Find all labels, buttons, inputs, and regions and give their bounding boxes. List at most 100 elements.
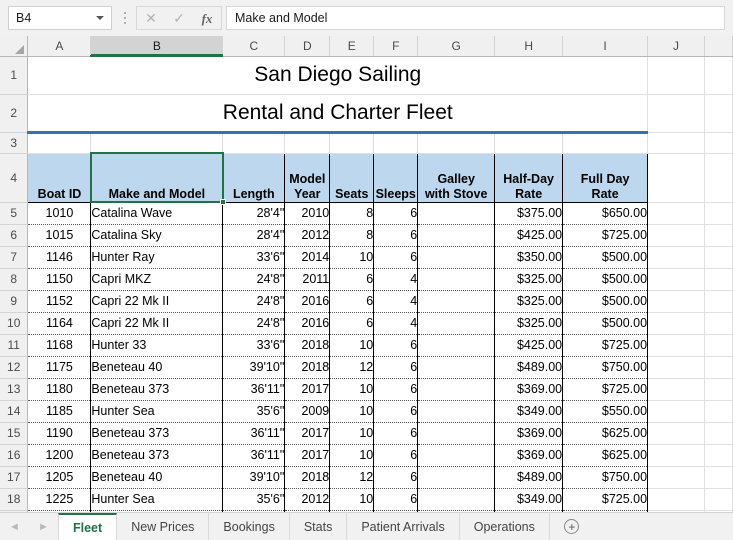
- cell-A14[interactable]: 1185: [28, 400, 91, 422]
- cell-K10[interactable]: [704, 312, 732, 334]
- cell-J6[interactable]: [648, 224, 705, 246]
- cell-D14[interactable]: 2009: [285, 400, 330, 422]
- cell-G8[interactable]: [418, 268, 495, 290]
- cell-K18[interactable]: [704, 488, 732, 510]
- cell-A12[interactable]: 1175: [28, 356, 91, 378]
- cell-K15[interactable]: [704, 422, 732, 444]
- select-all-corner[interactable]: [0, 36, 28, 56]
- row-header-8[interactable]: 8: [0, 268, 28, 290]
- cell-D3[interactable]: [285, 132, 330, 153]
- cell-D13[interactable]: 2017: [285, 378, 330, 400]
- row-header-2[interactable]: 2: [0, 94, 28, 132]
- cell-C13[interactable]: 36'11": [223, 378, 285, 400]
- cell-C7[interactable]: 33'6": [223, 246, 285, 268]
- cell-G5[interactable]: [418, 202, 495, 224]
- add-sheet-button[interactable]: +: [550, 513, 594, 540]
- cell-E5[interactable]: 8: [330, 202, 374, 224]
- cell-K13[interactable]: [704, 378, 732, 400]
- cell-G9[interactable]: [418, 290, 495, 312]
- cell-H16[interactable]: $369.00: [495, 444, 563, 466]
- sheet-tab-patient-arrivals[interactable]: Patient Arrivals: [347, 513, 459, 540]
- cell-K16[interactable]: [704, 444, 732, 466]
- row-header-5[interactable]: 5: [0, 202, 28, 224]
- title-line-2[interactable]: Rental and Charter Fleet: [28, 94, 648, 132]
- row-header-6[interactable]: 6: [0, 224, 28, 246]
- cell-I18[interactable]: $725.00: [563, 488, 648, 510]
- cell-B9[interactable]: Capri 22 Mk II: [91, 290, 223, 312]
- sheet-tab-new-prices[interactable]: New Prices: [117, 513, 209, 540]
- cell-H7[interactable]: $350.00: [495, 246, 563, 268]
- cell-A9[interactable]: 1152: [28, 290, 91, 312]
- formula-bar-grip[interactable]: [118, 6, 132, 30]
- cell-K2[interactable]: [704, 94, 732, 132]
- row-header-12[interactable]: 12: [0, 356, 28, 378]
- cell-J18[interactable]: [648, 488, 705, 510]
- cell-F12[interactable]: 6: [374, 356, 418, 378]
- cell-G13[interactable]: [418, 378, 495, 400]
- cell-E9[interactable]: 6: [330, 290, 374, 312]
- cell-K8[interactable]: [704, 268, 732, 290]
- cell-A17[interactable]: 1205: [28, 466, 91, 488]
- cell-I3[interactable]: [563, 132, 648, 153]
- row-header-16[interactable]: 16: [0, 444, 28, 466]
- cell-E8[interactable]: 6: [330, 268, 374, 290]
- cell-I8[interactable]: $500.00: [563, 268, 648, 290]
- cell-H14[interactable]: $349.00: [495, 400, 563, 422]
- column-header-B[interactable]: B: [91, 36, 223, 56]
- column-header-H[interactable]: H: [495, 36, 563, 56]
- cell-C16[interactable]: 36'11": [223, 444, 285, 466]
- column-header-J[interactable]: J: [648, 36, 705, 56]
- cell-G7[interactable]: [418, 246, 495, 268]
- cell-H18[interactable]: $349.00: [495, 488, 563, 510]
- table-header-seats[interactable]: Seats: [330, 153, 374, 202]
- sheet-tab-stats[interactable]: Stats: [290, 513, 348, 540]
- table-header-sleeps[interactable]: Sleeps: [374, 153, 418, 202]
- cell-F6[interactable]: 6: [374, 224, 418, 246]
- cell-B7[interactable]: Hunter Ray: [91, 246, 223, 268]
- previous-sheet-icon[interactable]: ◄: [7, 521, 23, 533]
- cell-G3[interactable]: [418, 132, 495, 153]
- cell-I16[interactable]: $625.00: [563, 444, 648, 466]
- column-header-A[interactable]: A: [28, 36, 91, 56]
- cell-B14[interactable]: Hunter Sea: [91, 400, 223, 422]
- cell-D16[interactable]: 2017: [285, 444, 330, 466]
- cell-I6[interactable]: $725.00: [563, 224, 648, 246]
- cell-J2[interactable]: [648, 94, 705, 132]
- cell-J11[interactable]: [648, 334, 705, 356]
- cell-K1[interactable]: [704, 56, 732, 94]
- cell-J3[interactable]: [648, 132, 705, 153]
- chevron-down-icon[interactable]: [96, 16, 104, 20]
- cell-H6[interactable]: $425.00: [495, 224, 563, 246]
- cell-D11[interactable]: 2018: [285, 334, 330, 356]
- cell-I9[interactable]: $500.00: [563, 290, 648, 312]
- cell-I7[interactable]: $500.00: [563, 246, 648, 268]
- cell-B13[interactable]: Beneteau 373: [91, 378, 223, 400]
- cell-J12[interactable]: [648, 356, 705, 378]
- table-header-full-day-rate[interactable]: Full Day Rate: [563, 153, 648, 202]
- cell-F8[interactable]: 4: [374, 268, 418, 290]
- cell-I10[interactable]: $500.00: [563, 312, 648, 334]
- column-header-C[interactable]: C: [223, 36, 285, 56]
- title-line-1[interactable]: San Diego Sailing: [28, 56, 648, 94]
- cell-K4[interactable]: [704, 153, 732, 202]
- cell-C15[interactable]: 36'11": [223, 422, 285, 444]
- cell-E13[interactable]: 10: [330, 378, 374, 400]
- cell-K14[interactable]: [704, 400, 732, 422]
- cell-C11[interactable]: 33'6": [223, 334, 285, 356]
- cell-E14[interactable]: 10: [330, 400, 374, 422]
- row-header-17[interactable]: 17: [0, 466, 28, 488]
- cell-B12[interactable]: Beneteau 40: [91, 356, 223, 378]
- cell-B18[interactable]: Hunter Sea: [91, 488, 223, 510]
- fx-icon[interactable]: fx: [194, 12, 220, 25]
- cell-C5[interactable]: 28'4": [223, 202, 285, 224]
- cell-E10[interactable]: 6: [330, 312, 374, 334]
- cell-B3[interactable]: [91, 132, 223, 153]
- cell-F10[interactable]: 4: [374, 312, 418, 334]
- cell-B6[interactable]: Catalina Sky: [91, 224, 223, 246]
- cell-B8[interactable]: Capri MKZ: [91, 268, 223, 290]
- cell-A10[interactable]: 1164: [28, 312, 91, 334]
- cell-H9[interactable]: $325.00: [495, 290, 563, 312]
- cell-H11[interactable]: $425.00: [495, 334, 563, 356]
- table-header-galley-with-stove[interactable]: Galley with Stove: [418, 153, 495, 202]
- column-header-I[interactable]: I: [563, 36, 648, 56]
